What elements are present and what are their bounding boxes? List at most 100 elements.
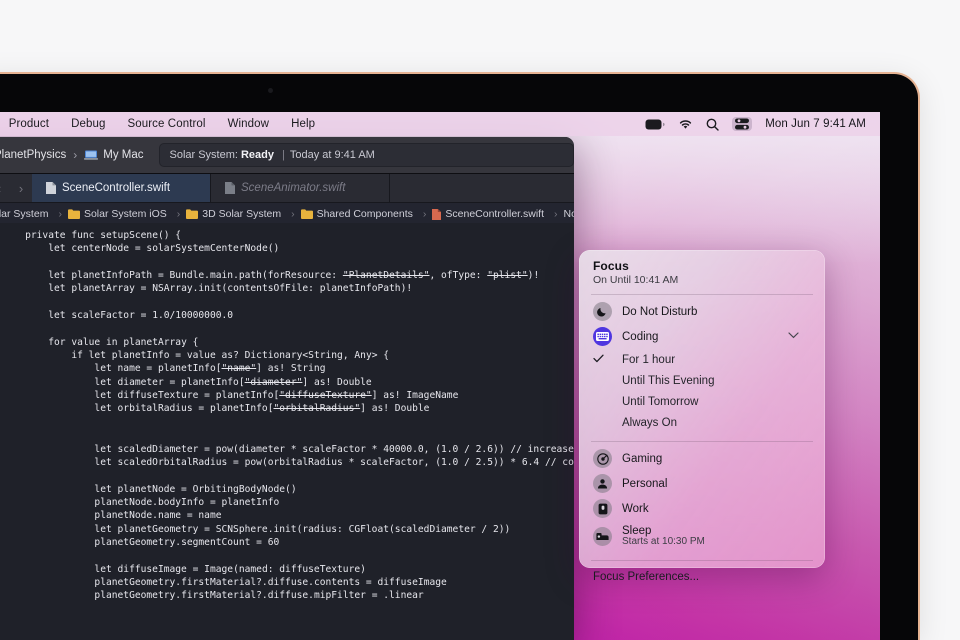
code-line[interactable]: let scaledDiameter = pow(diameter * scal… [2,443,574,456]
code-line[interactable]: let scaledOrbitalRadius = pow(orbitalRad… [2,456,574,469]
code-line[interactable]: let centerNode = solarSystemCenterNode() [2,242,574,255]
menu-item-debug[interactable]: Debug [60,118,116,130]
code-line[interactable]: let scaleFactor = 1.0/10000000.0 [2,309,574,322]
code-line[interactable]: let planetGeometry = SCNSphere.init(radi… [2,523,574,536]
status-timestamp: Today at 9:41 AM [289,149,375,161]
focus-mode-label: Work [622,502,649,515]
breadcrumb-label: Shared Components [316,208,413,220]
focus-duration-label: Always On [622,416,677,429]
menu-item-help[interactable]: Help [280,118,326,130]
folder-icon [300,209,313,219]
code-line[interactable] [2,549,574,562]
gamecontroller-icon [593,449,612,468]
code-line[interactable] [2,603,574,616]
tab-sceneanimator[interactable]: SceneAnimator.swift [211,174,390,202]
focus-duration-for-1-hour[interactable]: For 1 hour [579,349,825,370]
tab-label: SceneController.swift [62,182,171,194]
scheme-project-chip[interactable]: PlanetPhysics [0,149,66,161]
menu-status-area: Mon Jun 7 9:41 AM [645,117,880,131]
code-line[interactable]: let planetArray = NSArray.init(contentsO… [2,282,574,295]
bed-icon [593,527,612,546]
checkmark-icon [593,354,610,366]
code-line[interactable]: planetGeometry.segmentCount = 60 [2,536,574,549]
code-line[interactable]: let diffuseTexture = planetInfo["diffuse… [2,389,574,402]
menu-item-product[interactable]: Product [0,118,60,130]
chevron-down-icon[interactable] [788,331,811,342]
xcode-window: PlanetPhysics › My Mac Solar System: Rea… [0,137,574,640]
status-state: Ready [240,149,274,161]
battery-icon[interactable] [645,119,665,130]
breadcrumb-item-selection[interactable]: No Selection [564,208,574,220]
menu-item-source-control[interactable]: Source Control [116,118,216,130]
focus-mode-work[interactable]: Work [579,496,825,521]
menu-item-window[interactable]: Window [217,118,281,130]
focus-divider-bottom [591,560,813,561]
breadcrumb-separator: › [176,208,181,220]
focus-mode-personal[interactable]: Personal [579,471,825,496]
code-editor[interactable]: 8485868788899091929394959697989910010110… [0,223,574,640]
code-line[interactable]: planetNode.bodyInfo = planetInfo [2,496,574,509]
focus-mode-sleep[interactable]: Sleep Starts at 10:30 PM [579,521,825,552]
code-line[interactable]: let planetNode = OrbitingBodyNode() [2,483,574,496]
focus-panel: Focus On Until 10:41 AM Do Not Disturb C… [579,250,825,583]
navigate-back-button[interactable]: ‹ [0,174,10,202]
activity-status-field: Solar System: Ready | Today at 9:41 AM [159,143,574,167]
code-line[interactable]: planetGeometry.firstMaterial?.diffuse.co… [2,576,574,589]
focus-preferences-link[interactable]: Focus Preferences... [579,565,825,583]
menu-clock[interactable]: Mon Jun 7 9:41 AM [765,118,866,130]
code-line[interactable]: for value in planetArray { [2,336,574,349]
swift-file-icon [46,182,56,194]
code-line[interactable] [2,416,574,429]
destination-chip[interactable]: My Mac [84,149,143,161]
code-line[interactable] [2,429,574,442]
breadcrumb-item-shared[interactable]: Shared Components › [300,208,433,220]
code-line[interactable]: let orbitalRadius = planetInfo["orbitalR… [2,402,574,415]
xcode-tab-bar: ‹ › SceneController.swift SceneAnimator.… [0,174,574,203]
code-content[interactable]: private func setupScene() { let centerNo… [2,223,574,640]
folder-icon [186,209,199,219]
code-line[interactable]: planetGeometry.firstMaterial?.diffuse.mi… [2,589,574,602]
breadcrumb-label: SceneController.swift [445,208,545,220]
tab-scenecontroller[interactable]: SceneController.swift [32,174,211,202]
breadcrumb-separator: › [554,208,558,220]
briefcase-icon [593,499,612,518]
code-line[interactable]: let diameter = planetInfo["diameter"] as… [2,376,574,389]
navigate-forward-button[interactable]: › [10,174,32,202]
code-line[interactable]: let name = planetInfo["name"] as! String [2,362,574,375]
focus-duration-until-this-evening[interactable]: Until This Evening [579,370,825,391]
focus-mode-label: Do Not Disturb [622,305,698,318]
breadcrumb-item-file[interactable]: SceneController.swift › [432,208,563,220]
wifi-icon[interactable] [678,119,693,130]
breadcrumb-label: Solar System [0,208,49,220]
code-line[interactable] [2,296,574,309]
destination-name: My Mac [103,149,144,161]
code-line[interactable] [2,469,574,482]
breadcrumb-item-project[interactable]: Solar System › [0,208,68,220]
focus-mode-label: Gaming [622,452,663,465]
focus-duration-label: For 1 hour [622,353,676,366]
focus-duration-always-on[interactable]: Always On [579,412,825,433]
tab-label: SceneAnimator.swift [241,182,346,194]
breadcrumb-item-3d[interactable]: 3D Solar System › [186,208,300,220]
breadcrumb-separator: › [291,208,295,220]
code-line[interactable]: if let planetInfo = value as? Dictionary… [2,349,574,362]
code-line[interactable] [2,322,574,335]
focus-mode-coding[interactable]: Coding [579,324,825,349]
moon-icon [593,302,612,321]
status-separator: | [281,149,285,161]
focus-duration-until-tomorrow[interactable]: Until Tomorrow [579,391,825,412]
focus-divider-top [591,294,813,295]
code-line[interactable] [2,256,574,269]
focus-mode-gaming[interactable]: Gaming [579,446,825,471]
breadcrumb-label: 3D Solar System [202,208,282,220]
code-line[interactable]: let diffuseImage = Image(named: diffuseT… [2,563,574,576]
focus-mode-sleep-text: Sleep Starts at 10:30 PM [622,525,811,549]
breadcrumb-label: No Selection [563,208,574,220]
search-icon[interactable] [706,118,719,131]
code-line[interactable]: let planetInfoPath = Bundle.main.path(fo… [2,269,574,282]
code-line[interactable]: planetNode.name = name [2,509,574,522]
control-center-icon[interactable] [732,117,753,131]
focus-mode-do-not-disturb[interactable]: Do Not Disturb [579,299,825,324]
code-line[interactable]: private func setupScene() { [2,229,574,242]
breadcrumb-item-ios[interactable]: Solar System iOS › [67,208,186,220]
